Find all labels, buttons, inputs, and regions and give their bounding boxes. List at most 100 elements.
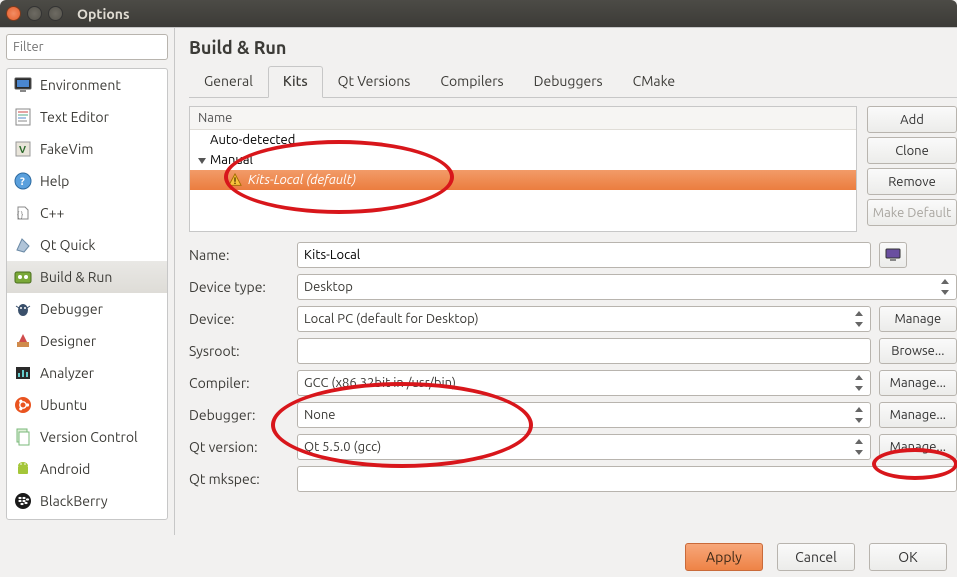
warning-icon (228, 173, 242, 187)
sidebar-item-designer[interactable]: Designer (7, 325, 167, 357)
sidebar-item-label: Environment (40, 77, 121, 93)
chevron-down-icon (198, 158, 206, 164)
sidebar-item-qt-quick[interactable]: Qt Quick (7, 229, 167, 261)
remove-button[interactable]: Remove (867, 168, 957, 195)
add-button[interactable]: Add (867, 106, 957, 133)
clone-button[interactable]: Clone (867, 137, 957, 164)
sidebar-item-blackberry[interactable]: BlackBerry (7, 485, 167, 517)
device-select[interactable]: Local PC (default for Desktop) (297, 306, 871, 332)
tab-compilers[interactable]: Compilers (425, 66, 518, 98)
cpp-icon: { } (13, 204, 33, 222)
page-title: Build & Run (189, 38, 957, 58)
sidebar-list: Environment Text Editor V FakeVim? Help { } C+… (6, 68, 168, 520)
debugger-label: Debugger: (189, 407, 289, 423)
devtype-label: Device type: (189, 279, 289, 295)
tree-item-kits-local[interactable]: Kits-Local (default) (190, 170, 856, 190)
qtversion-select[interactable]: Qt 5.5.0 (gcc) (297, 434, 871, 460)
sysroot-browse-button[interactable]: Browse... (879, 338, 957, 364)
compiler-label: Compiler: (189, 375, 289, 391)
sidebar-item-label: FakeVim (40, 141, 93, 157)
sidebar-item-label: Debugger (40, 301, 103, 317)
sidebar-item-label: Designer (40, 333, 96, 349)
sidebar-item-android[interactable]: Android (7, 453, 167, 485)
sidebar-item-help[interactable]: ? Help (7, 165, 167, 197)
compiler-select[interactable]: GCC (x86 32bit in /usr/bin) (297, 370, 871, 396)
make-default-button: Make Default (867, 199, 957, 226)
kits-tree[interactable]: Name Auto-detected Manual Kits-Local (de… (189, 106, 857, 232)
sidebar-item-label: Analyzer (40, 365, 94, 381)
apply-button[interactable]: Apply (685, 543, 763, 571)
tab-debuggers[interactable]: Debuggers (519, 66, 618, 98)
sidebar-item-debugger[interactable]: Debugger (7, 293, 167, 325)
sidebar-item-label: Build & Run (40, 269, 112, 285)
fakevim-icon: V (13, 140, 33, 158)
devtype-select[interactable]: Desktop (297, 274, 957, 300)
sysroot-field[interactable] (297, 338, 871, 364)
tab-kits[interactable]: Kits (268, 66, 323, 98)
debugger-manage-button[interactable]: Manage... (879, 402, 957, 428)
designer-icon (13, 332, 33, 350)
texteditor-icon (13, 108, 33, 126)
sidebar-item-text-editor[interactable]: Text Editor (7, 101, 167, 133)
kit-icon-button[interactable] (879, 242, 907, 268)
qtversion-manage-button[interactable]: Manage... (879, 434, 957, 460)
tree-group-autodetected[interactable]: Auto-detected (190, 130, 856, 150)
sysroot-label: Sysroot: (189, 343, 289, 359)
buildrun-icon (13, 268, 33, 286)
svg-text:{ }: { } (17, 211, 23, 219)
titlebar: Options (0, 0, 957, 27)
sidebar-item-label: Version Control (40, 429, 138, 445)
ubuntu-icon (13, 396, 33, 414)
main-panel: Build & Run GeneralKitsQt VersionsCompil… (175, 28, 957, 535)
tab-qt-versions[interactable]: Qt Versions (323, 66, 426, 98)
name-field[interactable] (297, 242, 871, 268)
kit-form: Name: Device type: Desktop Device: Local… (189, 242, 957, 492)
tab-general[interactable]: General (189, 66, 268, 98)
sidebar-item-label: BlackBerry (40, 493, 108, 509)
tree-header: Name (190, 107, 856, 130)
sidebar-item-label: Android (40, 461, 90, 477)
tab-cmake[interactable]: CMake (618, 66, 691, 98)
svg-text:V: V (19, 144, 26, 155)
sidebar-item-label: Ubuntu (40, 397, 87, 413)
help-icon: ? (13, 172, 33, 190)
monitor-icon (885, 248, 901, 262)
tree-group-manual[interactable]: Manual (190, 150, 856, 170)
sidebar-item-environment[interactable]: Environment (7, 69, 167, 101)
tree-buttons: Add Clone Remove Make Default (867, 106, 957, 232)
minimize-icon[interactable] (27, 6, 42, 21)
compiler-manage-button[interactable]: Manage... (879, 370, 957, 396)
sidebar-item-version-control[interactable]: Version Control (7, 421, 167, 453)
window-title: Options (77, 6, 130, 22)
sidebar-item-label: Help (40, 173, 69, 189)
device-label: Device: (189, 311, 289, 327)
name-label: Name: (189, 247, 289, 263)
debugger-select[interactable]: None (297, 402, 871, 428)
close-icon[interactable] (6, 6, 21, 21)
tab-row: GeneralKitsQt VersionsCompilersDebuggers… (189, 66, 957, 98)
sidebar-item-label: Text Editor (40, 109, 109, 125)
sidebar-item-label: C++ (40, 205, 64, 221)
ok-button[interactable]: OK (869, 543, 947, 571)
qtver-label: Qt version: (189, 439, 289, 455)
blackberry-icon (13, 492, 33, 510)
filter-input[interactable] (6, 34, 168, 60)
cancel-button[interactable]: Cancel (777, 543, 855, 571)
sidebar-item-ubuntu[interactable]: Ubuntu (7, 389, 167, 421)
sidebar-item-build-run[interactable]: Build & Run (7, 261, 167, 293)
qtquick-icon (13, 236, 33, 254)
dialog-footer: Apply Cancel OK (685, 543, 947, 571)
monitor-icon (13, 76, 33, 94)
sidebar-item-fakevim[interactable]: V FakeVim (7, 133, 167, 165)
sidebar-item-c-[interactable]: { } C++ (7, 197, 167, 229)
device-manage-button[interactable]: Manage (879, 306, 957, 332)
sidebar-item-analyzer[interactable]: Analyzer (7, 357, 167, 389)
maximize-icon[interactable] (48, 6, 63, 21)
mkspec-label: Qt mkspec: (189, 471, 289, 487)
android-icon (13, 460, 33, 478)
sidebar-item-label: Qt Quick (40, 237, 95, 253)
tree-item-label: Kits-Local (default) (248, 173, 356, 187)
analyzer-icon (13, 364, 33, 382)
mkspec-field[interactable] (297, 466, 957, 492)
sidebar: Environment Text Editor V FakeVim? Help { } C+… (0, 28, 175, 535)
